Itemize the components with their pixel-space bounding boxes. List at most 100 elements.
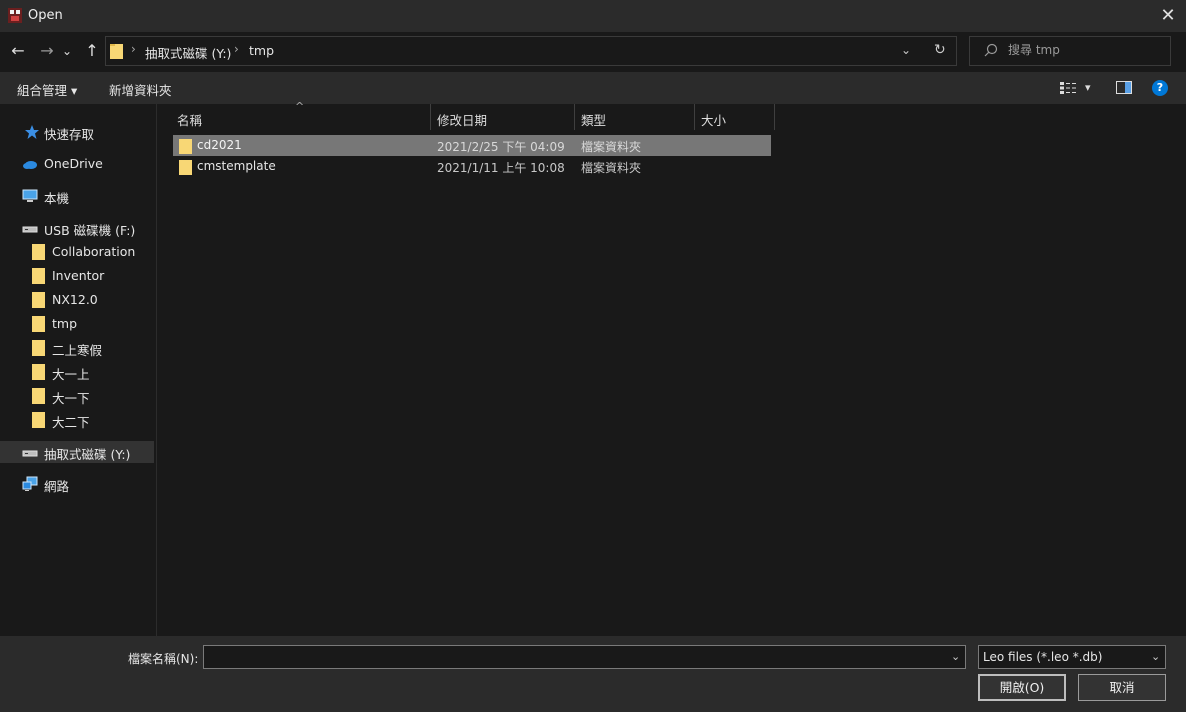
file-modified: 2021/1/11 上午 10:08 bbox=[437, 161, 565, 175]
sidebar-item-usb-drive[interactable]: USB 磁碟機 (F:) bbox=[0, 217, 154, 239]
column-header-label: 名稱 bbox=[177, 113, 203, 128]
sidebar-item-label: 二上寒假 bbox=[52, 343, 103, 358]
sidebar-item-label: tmp bbox=[52, 316, 78, 331]
sidebar-item-onedrive[interactable]: OneDrive bbox=[0, 153, 154, 175]
column-header-label: 類型 bbox=[581, 113, 607, 128]
column-divider[interactable] bbox=[774, 104, 775, 130]
computer-icon bbox=[22, 189, 38, 202]
column-header-size[interactable]: 大小 bbox=[695, 104, 775, 130]
back-button[interactable]: ← bbox=[7, 40, 29, 62]
sidebar-item-year1-spring[interactable]: 大一下 bbox=[0, 385, 154, 407]
cloud-icon bbox=[23, 161, 37, 169]
sidebar-item-label: 大二下 bbox=[52, 415, 90, 430]
folder-icon bbox=[32, 316, 45, 332]
folder-icon bbox=[32, 340, 45, 356]
drive-icon bbox=[22, 450, 38, 457]
sidebar-item-network[interactable]: 網路 bbox=[0, 473, 154, 495]
file-name: cmstemplate bbox=[197, 159, 276, 173]
sidebar-item-removable-drive[interactable]: 抽取式磁碟 (Y:) bbox=[0, 441, 154, 463]
folder-icon bbox=[179, 160, 192, 175]
forward-button[interactable]: → bbox=[36, 40, 58, 62]
address-bar[interactable]: › 抽取式磁碟 (Y:) › tmp ⌄ ↻ bbox=[105, 36, 957, 66]
table-row[interactable]: cd2021 2021/2/25 下午 04:09 檔案資料夾 bbox=[173, 135, 771, 156]
column-header-modified[interactable]: 修改日期 bbox=[431, 104, 575, 130]
sidebar-item-year2-spring[interactable]: 大二下 bbox=[0, 409, 154, 431]
breadcrumb-separator: › bbox=[131, 42, 136, 56]
breadcrumb-drive[interactable]: 抽取式磁碟 (Y:) bbox=[145, 43, 231, 62]
column-header-type[interactable]: 類型 bbox=[575, 104, 694, 130]
sidebar-item-quick-access[interactable]: 快速存取 bbox=[0, 121, 154, 143]
file-type: 檔案資料夾 bbox=[581, 140, 642, 154]
command-toolbar: 組合管理 ▾ 新增資料夾 ▾ ? bbox=[0, 72, 1186, 104]
folder-icon bbox=[32, 244, 45, 260]
sidebar-item-this-pc[interactable]: 本機 bbox=[0, 185, 154, 207]
app-icon bbox=[8, 8, 22, 23]
sidebar-item-nx12[interactable]: NX12.0 bbox=[0, 289, 154, 311]
breadcrumb-separator: › bbox=[234, 42, 239, 56]
folder-icon bbox=[32, 292, 45, 308]
filename-input[interactable] bbox=[204, 646, 944, 668]
column-header-name[interactable]: 名稱 bbox=[171, 104, 431, 130]
sidebar-item-label: Collaboration bbox=[52, 244, 136, 259]
open-button[interactable]: 開啟(O) bbox=[978, 674, 1066, 701]
file-list: ^ 名稱 修改日期 類型 大小 cd2021 2021/2/25 下午 04:0… bbox=[157, 100, 1186, 636]
sidebar-item-label: 抽取式磁碟 (Y:) bbox=[44, 447, 131, 462]
network-icon bbox=[22, 476, 38, 491]
navigation-pane: 快速存取 OneDrive 本機 USB 磁碟機 (F:) Collaborat… bbox=[0, 104, 157, 636]
view-dropdown-icon[interactable]: ▾ bbox=[1085, 81, 1091, 94]
sidebar-item-collaboration[interactable]: Collaboration bbox=[0, 241, 154, 263]
table-row[interactable]: cmstemplate 2021/1/11 上午 10:08 檔案資料夾 bbox=[173, 156, 771, 177]
address-dropdown-icon[interactable]: ⌄ bbox=[901, 43, 911, 57]
window-title: Open bbox=[28, 8, 63, 23]
sidebar-item-label: NX12.0 bbox=[52, 292, 98, 307]
file-name: cd2021 bbox=[197, 138, 242, 152]
folder-icon bbox=[32, 412, 45, 428]
folder-icon bbox=[32, 268, 45, 284]
sidebar-item-winter-break[interactable]: 二上寒假 bbox=[0, 337, 154, 359]
up-button[interactable]: ↑ bbox=[81, 40, 103, 62]
column-header-label: 大小 bbox=[701, 113, 727, 128]
sidebar-item-year1-fall[interactable]: 大一上 bbox=[0, 361, 154, 383]
title-bar: Open ✕ bbox=[0, 0, 1186, 32]
file-modified: 2021/2/25 下午 04:09 bbox=[437, 140, 565, 154]
drive-icon bbox=[22, 226, 38, 233]
filename-label: 檔案名稱(N): bbox=[128, 652, 199, 666]
recent-locations-button[interactable]: ⌄ bbox=[60, 40, 74, 62]
search-box[interactable] bbox=[969, 36, 1171, 66]
chevron-down-icon[interactable]: ⌄ bbox=[951, 650, 960, 663]
sidebar-item-inventor[interactable]: Inventor bbox=[0, 265, 154, 287]
file-type-filter[interactable]: Leo files (*.leo *.db) ⌄ bbox=[978, 645, 1166, 669]
preview-pane-icon[interactable] bbox=[1116, 81, 1132, 94]
sidebar-item-label: USB 磁碟機 (F:) bbox=[44, 223, 136, 238]
column-header-label: 修改日期 bbox=[437, 113, 488, 128]
search-icon bbox=[984, 43, 998, 57]
close-button[interactable]: ✕ bbox=[1158, 6, 1178, 26]
view-options-icon[interactable] bbox=[1060, 82, 1078, 94]
breadcrumb-tmp[interactable]: tmp bbox=[249, 43, 274, 58]
search-input[interactable] bbox=[1008, 43, 1158, 57]
file-type-filter-value: Leo files (*.leo *.db) bbox=[983, 650, 1103, 664]
new-folder-button[interactable]: 新增資料夾 bbox=[109, 80, 172, 99]
filename-combobox[interactable]: ⌄ bbox=[203, 645, 966, 669]
sidebar-item-label: 本機 bbox=[44, 191, 70, 206]
cancel-button[interactable]: 取消 bbox=[1078, 674, 1166, 701]
sidebar-item-label: 快速存取 bbox=[44, 127, 95, 142]
chevron-down-icon: ⌄ bbox=[1151, 650, 1161, 663]
folder-icon bbox=[179, 139, 192, 154]
sidebar-item-label: OneDrive bbox=[44, 156, 103, 171]
refresh-icon[interactable]: ↻ bbox=[934, 42, 946, 58]
sidebar-item-label: 網路 bbox=[44, 479, 70, 494]
dialog-footer: 檔案名稱(N): ⌄ Leo files (*.leo *.db) ⌄ 開啟(O… bbox=[0, 636, 1186, 712]
navigation-bar: ← → ⌄ ↑ › 抽取式磁碟 (Y:) › tmp ⌄ ↻ bbox=[0, 32, 1186, 72]
folder-icon bbox=[110, 44, 123, 59]
sidebar-item-label: Inventor bbox=[52, 268, 105, 283]
organize-menu[interactable]: 組合管理 ▾ bbox=[17, 80, 77, 99]
sidebar-item-label: 大一下 bbox=[52, 391, 90, 406]
help-icon[interactable]: ? bbox=[1152, 80, 1168, 96]
sidebar-item-tmp[interactable]: tmp bbox=[0, 313, 154, 335]
star-icon bbox=[25, 125, 39, 139]
folder-icon bbox=[32, 364, 45, 380]
folder-icon bbox=[32, 388, 45, 404]
file-type: 檔案資料夾 bbox=[581, 161, 642, 175]
sidebar-item-label: 大一上 bbox=[52, 367, 90, 382]
